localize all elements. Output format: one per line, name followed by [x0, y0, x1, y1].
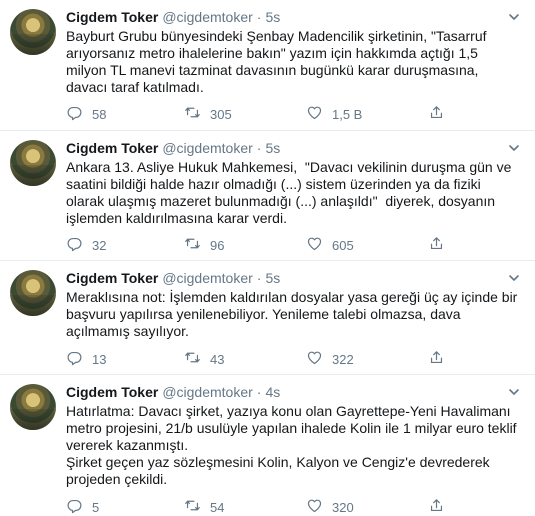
reply-count: 5: [92, 499, 100, 515]
tweet-actions: 5 54 320: [66, 497, 526, 515]
retweet-button[interactable]: 96: [184, 235, 224, 255]
reply-icon: [66, 497, 83, 516]
tweet[interactable]: Cigdem Toker @cigdemtoker · 5s Meraklısı…: [0, 261, 535, 375]
display-name[interactable]: Cigdem Toker: [66, 9, 158, 25]
username[interactable]: @cigdemtoker: [162, 9, 252, 25]
tweet-text: Ankara 13. Asliye Hukuk Mahkemesi, "Dava…: [66, 159, 516, 226]
tweet[interactable]: Cigdem Toker @cigdemtoker · 4s Hatırlatm…: [0, 375, 535, 516]
separator: ·: [256, 9, 262, 25]
tweet-text: Bayburt Grubu bünyesindeki Şenbay Madenc…: [66, 28, 491, 95]
retweet-count: 96: [210, 237, 225, 253]
retweet-button[interactable]: 43: [184, 349, 224, 369]
like-button[interactable]: 322: [306, 349, 354, 369]
separator: ·: [256, 384, 262, 400]
tweet-actions: 32 96 605: [66, 235, 526, 253]
reply-button[interactable]: 58: [66, 104, 106, 124]
avatar[interactable]: [10, 384, 56, 430]
tweet-actions: 13 43 322: [66, 349, 526, 367]
like-button[interactable]: 1,5 B: [306, 104, 362, 124]
heart-icon: [306, 497, 323, 516]
chevron-down-icon[interactable]: [507, 385, 521, 399]
like-count: 605: [332, 237, 354, 253]
tweet-header: Cigdem Toker @cigdemtoker · 5s: [66, 9, 280, 27]
reply-button[interactable]: 13: [66, 349, 106, 369]
tweet-actions: 58 305 1,5 B: [66, 104, 526, 122]
timestamp[interactable]: 5s: [265, 9, 280, 25]
retweet-count: 305: [210, 106, 232, 122]
avatar[interactable]: [10, 270, 56, 316]
reply-icon: [66, 235, 83, 255]
tweet-header: Cigdem Toker @cigdemtoker · 5s: [66, 140, 280, 158]
chevron-down-icon[interactable]: [507, 10, 521, 24]
reply-button[interactable]: 5: [66, 497, 99, 516]
chevron-down-icon[interactable]: [507, 141, 521, 155]
like-button[interactable]: 320: [306, 497, 354, 516]
reply-icon: [66, 349, 83, 369]
heart-icon: [306, 235, 323, 255]
like-button[interactable]: 605: [306, 235, 354, 255]
reply-count: 32: [92, 237, 107, 253]
username[interactable]: @cigdemtoker: [162, 384, 252, 400]
timeline: Cigdem Toker @cigdemtoker · 5s Bayburt G…: [0, 0, 535, 516]
timestamp[interactable]: 5s: [265, 140, 280, 156]
share-icon: [428, 235, 445, 255]
tweet[interactable]: Cigdem Toker @cigdemtoker · 5s Bayburt G…: [0, 0, 535, 131]
timestamp[interactable]: 4s: [265, 384, 280, 400]
tweet[interactable]: Cigdem Toker @cigdemtoker · 5s Ankara 13…: [0, 131, 535, 261]
heart-icon: [306, 349, 323, 369]
retweet-icon: [184, 497, 201, 516]
retweet-button[interactable]: 54: [184, 497, 224, 516]
display-name[interactable]: Cigdem Toker: [66, 384, 158, 400]
share-button[interactable]: [428, 104, 445, 124]
tweet-header: Cigdem Toker @cigdemtoker · 4s: [66, 384, 280, 402]
reply-count: 58: [92, 106, 107, 122]
like-count: 322: [332, 351, 354, 367]
share-button[interactable]: [428, 497, 445, 516]
tweet-header: Cigdem Toker @cigdemtoker · 5s: [66, 270, 280, 288]
share-icon: [428, 349, 445, 369]
retweet-count: 54: [210, 499, 225, 515]
like-count: 320: [332, 499, 354, 515]
retweet-button[interactable]: 305: [184, 104, 232, 124]
separator: ·: [256, 140, 262, 156]
share-button[interactable]: [428, 349, 445, 369]
retweet-count: 43: [210, 351, 225, 367]
timestamp[interactable]: 5s: [265, 270, 280, 286]
separator: ·: [256, 270, 262, 286]
like-count: 1,5 B: [332, 106, 363, 122]
username[interactable]: @cigdemtoker: [162, 140, 252, 156]
heart-icon: [306, 104, 323, 124]
chevron-down-icon[interactable]: [507, 271, 521, 285]
share-icon: [428, 497, 445, 516]
share-button[interactable]: [428, 235, 445, 255]
avatar[interactable]: [10, 9, 56, 55]
reply-count: 13: [92, 351, 107, 367]
username[interactable]: @cigdemtoker: [162, 270, 252, 286]
reply-button[interactable]: 32: [66, 235, 106, 255]
retweet-icon: [184, 104, 201, 124]
reply-icon: [66, 104, 83, 124]
retweet-icon: [184, 235, 201, 255]
tweet-text: Meraklısına not: İşlemden kaldırılan dos…: [66, 289, 522, 339]
display-name[interactable]: Cigdem Toker: [66, 140, 158, 156]
tweet-text: Hatırlatma: Davacı şirket, yazıya konu o…: [66, 403, 517, 487]
retweet-icon: [184, 349, 201, 369]
avatar[interactable]: [10, 140, 56, 186]
display-name[interactable]: Cigdem Toker: [66, 270, 158, 286]
share-icon: [428, 104, 445, 124]
